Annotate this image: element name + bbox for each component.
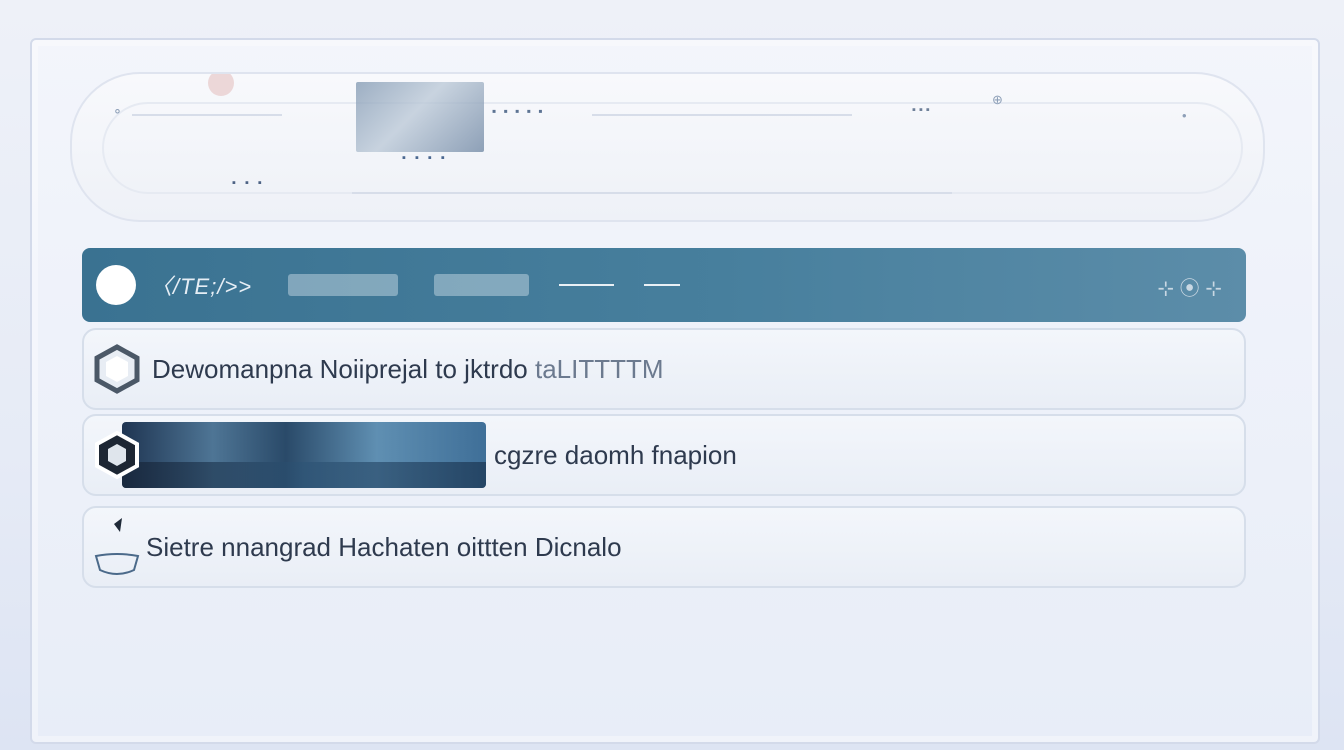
header-icon[interactable]: ⊕	[992, 92, 1003, 108]
list-item-title: cgzre daomh fnapion	[494, 439, 737, 470]
empty-area	[82, 600, 1246, 730]
list-item-text: Dewomanpna Noiiprejal to jktrdo taLITTTT…	[152, 354, 664, 385]
header-right-info: ▪ ▪ ▪	[912, 104, 930, 116]
header-meta: ▪ ▪ ▪ ▪	[402, 152, 448, 164]
list-item-title: Sietre nnangrad Hachaten oittten Dicnalo	[146, 531, 622, 562]
divider	[559, 284, 615, 286]
redacted-text	[288, 274, 399, 296]
header-icon[interactable]: ⚬	[112, 104, 123, 120]
hexagon-shield-icon	[92, 429, 142, 481]
hexagon-shield-icon	[92, 343, 142, 395]
item-thumbnail	[122, 422, 486, 488]
status-dot	[208, 74, 234, 96]
list-item[interactable]: Dewomanpna Noiiprejal to jktrdo taLITTTT…	[82, 328, 1246, 410]
redacted-text	[434, 274, 530, 296]
list-item[interactable]: Sietre nnangrad Hachaten oittten Dicnalo	[82, 506, 1246, 588]
header-divider	[132, 114, 282, 116]
header-divider	[592, 114, 852, 116]
header-icon[interactable]: •	[1182, 108, 1187, 123]
row-action-icons[interactable]: ⊹ ⦿ ⊹	[1157, 272, 1222, 301]
list-item-suffix: taLITTTTM	[534, 353, 664, 384]
header-bar: ▪ ▪ ▪ ▪ ▪ ▪ ▪ ▪ ▪ ▪ ▪ ▪ ▪ ▪ ▪ ⚬ ⊕ •	[70, 72, 1265, 222]
divider	[644, 284, 681, 286]
header-thumbnail	[356, 82, 484, 152]
avatar	[96, 265, 136, 305]
header-divider	[352, 192, 952, 194]
list-item-selected[interactable]: 〈/TE;/>> ⊹ ⦿ ⊹	[82, 248, 1246, 322]
list-item[interactable]: cgzre daomh fnapion	[82, 414, 1246, 496]
list-item-title: Dewomanpna Noiiprejal to jktrdo	[152, 353, 528, 384]
list-item-label: 〈/TE;/>>	[150, 274, 253, 299]
bowl-icon	[92, 518, 142, 575]
header-subtitle: ▪ ▪ ▪	[232, 177, 265, 189]
header-title: ▪ ▪ ▪ ▪ ▪	[492, 104, 545, 118]
